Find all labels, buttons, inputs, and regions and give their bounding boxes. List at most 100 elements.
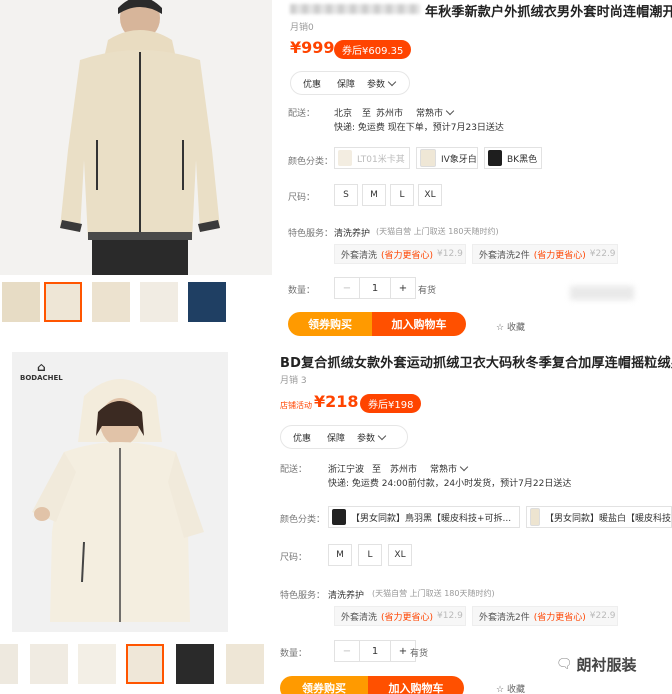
title-redaction <box>290 4 420 14</box>
tab-guarantee[interactable]: 保障 <box>323 431 349 444</box>
quantity-stepper: − 1 + <box>334 277 416 299</box>
size-option-s[interactable]: S <box>334 184 358 206</box>
thumbnail-5[interactable] <box>176 644 214 684</box>
buy-with-coupon-button[interactable]: 领券购买 <box>280 676 368 694</box>
tab-discount[interactable]: 优惠 <box>281 431 323 444</box>
size-label: 尺码： <box>288 193 316 203</box>
ship-district-select[interactable]: 常熟市 <box>416 106 455 119</box>
brand-logo: ⌂ BODACHEL <box>20 360 63 382</box>
thumbnail-1[interactable] <box>0 644 18 684</box>
monthly-sales: 月销0 <box>290 23 314 33</box>
thumbnail-6[interactable] <box>226 644 264 684</box>
thumbnail-2[interactable] <box>30 644 68 684</box>
service-option-2[interactable]: 外套清洗2件 (省力更省心) ¥22.9 <box>472 244 618 264</box>
ship-to-city[interactable]: 苏州市 <box>376 106 403 119</box>
star-icon: ☆ <box>496 685 505 694</box>
ship-to-city[interactable]: 苏州市 <box>390 462 417 475</box>
delivery-info: 快递: 免运费 现在下单，预计7月23日送达 <box>334 123 504 133</box>
increment-button[interactable]: + <box>391 278 415 298</box>
size-option-l[interactable]: L <box>358 544 382 566</box>
watermark-text: 朗衬服装 <box>576 656 637 674</box>
color-option-khaki[interactable]: LT01米卡其 <box>334 147 410 169</box>
ship-district: 常熟市 <box>430 465 458 475</box>
size-option-xl[interactable]: XL <box>388 544 412 566</box>
service-name: 外套清洗2件 <box>479 250 530 261</box>
service-note: (天猫自营 上门取送 180天随时约) <box>376 227 499 236</box>
thumbnail-2[interactable] <box>44 282 82 322</box>
ship-district-select[interactable]: 常熟市 <box>430 462 469 475</box>
color-option-ivory[interactable]: IV象牙白 <box>416 147 478 169</box>
listing-2: ⌂ BODACHEL BD复合抓绒女款外套运动抓绒卫衣大码秋冬季复合加厚连帽摇粒… <box>0 342 672 694</box>
favorite-button[interactable]: ☆ 收藏 <box>496 320 525 333</box>
thumbnail-1[interactable] <box>2 282 40 322</box>
brand-mark-icon: ⌂ <box>37 360 46 374</box>
service-option-2[interactable]: 外套清洗2件 (省力更省心) ¥22.9 <box>472 606 618 626</box>
tab-discount[interactable]: 优惠 <box>291 77 333 90</box>
wechat-icon: 🗨 <box>556 657 573 672</box>
size-option-m[interactable]: M <box>362 184 386 206</box>
color-option-white[interactable]: 【男女同款】暖盐白【暖皮科技 <box>526 506 672 528</box>
watermark: 🗨 朗衬服装 <box>556 654 637 675</box>
color-option-label: BK黑色 <box>507 154 538 165</box>
color-option-black[interactable]: 【男女同款】鳥羽黑【暖皮科技+可拆... <box>328 506 520 528</box>
price: ¥999 <box>290 38 335 57</box>
ship-to-word: 至 <box>362 109 372 119</box>
service-label: 特色服务： <box>288 229 334 239</box>
service-price: ¥12.9 <box>437 611 463 621</box>
service-title: 清洗养护 <box>328 591 365 601</box>
tab-params-label: 参数 <box>357 433 376 444</box>
shipping-label: 配送： <box>288 109 316 119</box>
thumbnail-3[interactable] <box>78 644 116 684</box>
coupon-price-badge: 券后¥609.35 <box>334 40 412 59</box>
redaction-mark <box>570 286 634 300</box>
service-price: ¥22.9 <box>589 249 616 259</box>
color-option-label: IV象牙白 <box>441 154 477 165</box>
main-product-image <box>0 0 272 275</box>
thumbnail-4[interactable] <box>140 282 178 322</box>
jacket-photo <box>0 0 272 275</box>
ship-from: 浙江宁波 <box>328 465 365 475</box>
service-price: ¥22.9 <box>589 611 616 621</box>
stock-status: 有货 <box>410 649 429 659</box>
jacket-photo <box>32 379 204 622</box>
decrement-button[interactable]: − <box>335 641 359 661</box>
thumbnail-5[interactable] <box>188 282 226 322</box>
color-option-black[interactable]: BK黑色 <box>484 147 542 169</box>
size-option-m[interactable]: M <box>328 544 352 566</box>
product-title: BD复合抓绒女款外套运动抓绒卫衣大码秋冬季复合加厚连帽摇粒绒男 <box>280 356 672 371</box>
quantity-input[interactable]: 1 <box>359 641 391 661</box>
add-to-cart-button[interactable]: 加入购物车 <box>368 676 464 694</box>
product-title: 年秋季新款户外抓绒衣男外套时尚连帽潮开衫 <box>425 5 672 20</box>
color-option-label: 【男女同款】暖盐白【暖皮科技 <box>544 513 671 524</box>
favorite-button[interactable]: ☆ 收藏 <box>496 682 525 694</box>
delivery-info: 快递: 免运费 24:00前付款，24小时发货，预计7月22日送达 <box>328 479 572 489</box>
color-swatch <box>332 509 346 525</box>
service-name: 外套清洗 <box>341 612 378 623</box>
shipping-label: 配送： <box>280 465 308 475</box>
tab-guarantee[interactable]: 保障 <box>333 77 359 90</box>
size-option-xl[interactable]: XL <box>418 184 442 206</box>
listing-1: 年秋季新款户外抓绒衣男外套时尚连帽潮开衫 月销0 ¥999 券后¥609.35 … <box>0 0 672 342</box>
thumbnail-3[interactable] <box>92 282 130 322</box>
add-to-cart-button[interactable]: 加入购物车 <box>372 312 466 336</box>
favorite-label: 收藏 <box>506 685 525 694</box>
quantity-label: 数量： <box>288 286 316 296</box>
tab-params[interactable]: 参数 <box>349 431 393 444</box>
tab-params[interactable]: 参数 <box>359 77 403 90</box>
size-option-l[interactable]: L <box>390 184 414 206</box>
service-title: 清洗养护 <box>334 229 371 239</box>
chevron-down-icon <box>387 77 397 86</box>
stock-status: 有货 <box>418 286 437 296</box>
buy-with-coupon-button[interactable]: 领券购买 <box>288 312 372 336</box>
monthly-sales: 月销 3 <box>280 376 307 386</box>
thumbnail-4[interactable] <box>126 644 164 684</box>
quantity-input[interactable]: 1 <box>359 278 391 298</box>
chevron-down-icon <box>459 462 469 472</box>
service-option-1[interactable]: 外套清洗 (省力更省心) ¥12.9 <box>334 244 466 264</box>
info-tabs: 优惠 保障 参数 <box>280 425 408 449</box>
color-label: 颜色分类： <box>288 157 334 167</box>
service-name: 外套清洗2件 <box>479 612 530 623</box>
decrement-button[interactable]: − <box>335 278 359 298</box>
service-tag: (省力更省心) <box>381 612 434 623</box>
service-option-1[interactable]: 外套清洗 (省力更省心) ¥12.9 <box>334 606 466 626</box>
